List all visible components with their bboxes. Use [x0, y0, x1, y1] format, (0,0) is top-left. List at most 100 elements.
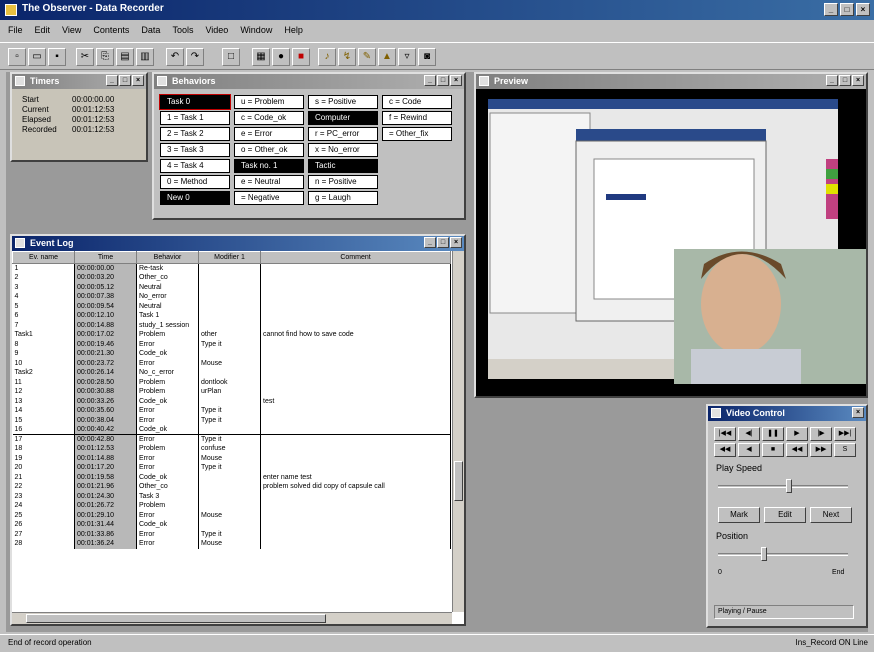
print-icon[interactable]: ▥ [136, 48, 154, 66]
code-cell[interactable]: e = Neutral [234, 175, 304, 189]
log-minimize-button[interactable]: _ [424, 237, 436, 248]
menu-edit[interactable]: Edit [35, 25, 51, 40]
fast-rewind-icon[interactable]: ◀◀ [786, 443, 808, 457]
maximize-button[interactable]: □ [840, 3, 854, 16]
code-cell[interactable]: s = Positive [308, 95, 378, 109]
table-row[interactable]: 19 00:01:14.88 Error Mouse [12, 453, 451, 463]
table-row[interactable]: 1 00:00:00.00 Re-task [12, 263, 451, 273]
play-reverse-icon[interactable]: ◀ [738, 443, 760, 457]
code-cell[interactable]: = Other_fix [382, 127, 452, 141]
code-cell[interactable]: Task 0 [159, 94, 231, 110]
table-row[interactable]: 15 00:00:38.04 Error Type it [12, 415, 451, 425]
video-close-button[interactable]: × [852, 75, 864, 86]
save-icon[interactable]: ▪ [48, 48, 66, 66]
codes-window-titlebar[interactable]: Behaviors _ □ × [154, 74, 464, 89]
control-window-titlebar[interactable]: Video Control × [708, 406, 866, 421]
mark-icon[interactable]: ✎ [358, 48, 376, 66]
table-row[interactable]: 23 00:01:24.30 Task 3 [12, 491, 451, 501]
table-row[interactable]: 24 00:01:26.72 Problem [12, 501, 451, 511]
code-cell[interactable]: 3 = Task 3 [160, 143, 230, 157]
camera-icon[interactable]: ◙ [418, 48, 436, 66]
code-cell[interactable]: r = PC_error [308, 127, 378, 141]
timer-window-titlebar[interactable]: Timers _ □ × [12, 74, 146, 89]
timer-minimize-button[interactable]: _ [106, 75, 118, 86]
rewind-icon[interactable]: ◀◀ [714, 443, 736, 457]
audio-icon[interactable]: ♪ [318, 48, 336, 66]
table-row[interactable]: 10 00:00:23.72 Error Mouse [12, 358, 451, 368]
play-speed-track[interactable] [718, 485, 848, 488]
table-row[interactable]: 21 00:01:19.58 Code_ok enter name test [12, 472, 451, 482]
chart-icon[interactable]: ▲ [378, 48, 396, 66]
copy-icon[interactable]: ⎘ [96, 48, 114, 66]
code-cell[interactable]: 1 = Task 1 [160, 111, 230, 125]
record-icon[interactable]: ● [272, 48, 290, 66]
edit-button[interactable]: Edit [764, 507, 806, 523]
code-cell[interactable]: e = Error [234, 127, 304, 141]
play-icon[interactable]: ▶ [786, 427, 808, 441]
table-row[interactable]: 13 00:00:33.26 Code_ok test [12, 396, 451, 406]
skip-start-icon[interactable]: |◀◀ [714, 427, 736, 441]
window-icon[interactable]: □ [222, 48, 240, 66]
table-row[interactable]: Task1 00:00:17.02 Problem other cannot find … [12, 330, 451, 340]
log-close-button[interactable]: × [450, 237, 462, 248]
log-hscroll-thumb[interactable] [26, 614, 326, 623]
code-cell[interactable]: n = Positive [308, 175, 378, 189]
menu-data[interactable]: Data [141, 25, 160, 40]
cut-icon[interactable]: ✂ [76, 48, 94, 66]
code-cell[interactable]: 4 = Task 4 [160, 159, 230, 173]
codes-minimize-button[interactable]: _ [424, 75, 436, 86]
table-row[interactable]: 4 00:00:07.38 No_error [12, 292, 451, 302]
menu-help[interactable]: Help [284, 25, 303, 40]
table-row[interactable]: 7 00:00:14.88 study_1 session [12, 320, 451, 330]
menu-file[interactable]: File [8, 25, 23, 40]
timer-maximize-button[interactable]: □ [119, 75, 131, 86]
menu-video[interactable]: Video [205, 25, 228, 40]
code-cell[interactable]: o = Other_ok [234, 143, 304, 157]
table-row[interactable]: 14 00:00:35.60 Error Type it [12, 406, 451, 416]
column-header[interactable]: Behavior [136, 251, 199, 264]
log-maximize-button[interactable]: □ [437, 237, 449, 248]
table-row[interactable]: 9 00:00:21.30 Code_ok [12, 349, 451, 359]
table-row[interactable]: 2 00:00:03.20 Other_co [12, 273, 451, 283]
code-cell[interactable]: 0 = Method [160, 175, 230, 189]
video-maximize-button[interactable]: □ [839, 75, 851, 86]
video-minimize-button[interactable]: _ [826, 75, 838, 86]
code-cell[interactable]: c = Code [382, 95, 452, 109]
position-slider[interactable] [761, 547, 768, 561]
codes-maximize-button[interactable]: □ [437, 75, 449, 86]
codes-close-button[interactable]: × [450, 75, 462, 86]
mark-button[interactable]: Mark [718, 507, 760, 523]
code-cell[interactable]: New 0 [160, 191, 230, 205]
code-cell[interactable]: = Negative [234, 191, 304, 205]
log-window-titlebar[interactable]: Event Log _ □ × [12, 236, 464, 251]
table-row[interactable]: 12 00:00:30.88 Problem urPlan [12, 387, 451, 397]
code-cell[interactable]: g = Laugh [308, 191, 378, 205]
slow-motion-icon[interactable]: S [834, 443, 856, 457]
log-vertical-scrollbar[interactable] [452, 251, 464, 612]
undo-icon[interactable]: ↶ [166, 48, 184, 66]
control-close-button[interactable]: × [852, 407, 864, 418]
step-forward-icon[interactable]: |▶ [810, 427, 832, 441]
pause-icon[interactable]: ❚❚ [762, 427, 784, 441]
table-row[interactable]: 27 00:01:33.86 Error Type it [12, 529, 451, 539]
close-button[interactable]: × [856, 3, 870, 16]
column-header[interactable]: Comment [260, 251, 451, 264]
paste-icon[interactable]: ▤ [116, 48, 134, 66]
table-row[interactable]: Task2 00:00:26.14 No_c_error [12, 368, 451, 378]
filter-icon[interactable]: ▿ [398, 48, 416, 66]
code-cell[interactable]: u = Problem [234, 95, 304, 109]
step-back-icon[interactable]: ◀| [738, 427, 760, 441]
video-window-titlebar[interactable]: Preview _ □ × [476, 74, 866, 89]
menu-contents[interactable]: Contents [93, 25, 129, 40]
new-icon[interactable]: ▫ [8, 48, 26, 66]
table-row[interactable]: 11 00:00:28.50 Problem dontlook [12, 377, 451, 387]
table-row[interactable]: 8 00:00:19.46 Error Type it [12, 339, 451, 349]
grid-icon[interactable]: ▦ [252, 48, 270, 66]
stop-icon[interactable]: ■ [762, 443, 784, 457]
code-cell[interactable]: 2 = Task 2 [160, 127, 230, 141]
column-header[interactable]: Modifier 1 [198, 251, 261, 264]
table-row[interactable]: 22 00:01:21.96 Other_co problem solved did … [12, 482, 451, 492]
fast-forward-icon[interactable]: ▶▶ [810, 443, 832, 457]
open-icon[interactable]: ▭ [28, 48, 46, 66]
code-cell[interactable]: Computer [308, 111, 378, 125]
